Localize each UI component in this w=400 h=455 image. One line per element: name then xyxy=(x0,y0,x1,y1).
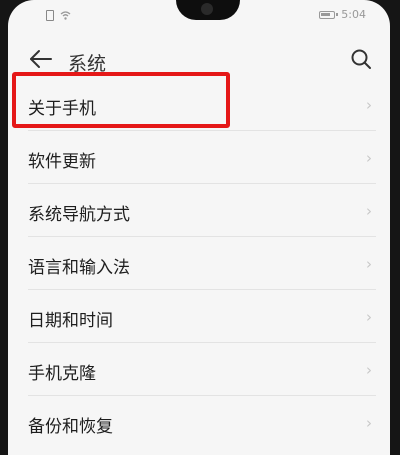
red-highlight-box xyxy=(12,72,230,128)
screen: 5:04 系统 关于手机 › 软件更新 › 系统导航方式 › 语言和输入法 › … xyxy=(8,0,390,455)
list-item-label: 手机克隆 xyxy=(28,364,96,384)
chevron-right-icon: › xyxy=(366,202,372,220)
wifi-icon xyxy=(60,10,71,21)
chevron-right-icon: › xyxy=(366,255,372,273)
list-item-label: 软件更新 xyxy=(28,152,96,172)
chevron-right-icon: › xyxy=(366,308,372,326)
camera-notch xyxy=(176,0,240,20)
list-item-backup-restore[interactable]: 备份和恢复 › xyxy=(8,396,390,449)
list-item-language-input[interactable]: 语言和输入法 › xyxy=(8,237,390,290)
search-icon[interactable] xyxy=(350,48,372,70)
status-left xyxy=(46,10,71,21)
list-item-phone-clone[interactable]: 手机克隆 › xyxy=(8,343,390,396)
list-item-date-time[interactable]: 日期和时间 › xyxy=(8,290,390,343)
list-item-software-update[interactable]: 软件更新 › xyxy=(8,131,390,184)
chevron-right-icon: › xyxy=(366,96,372,114)
status-time: 5:04 xyxy=(341,8,366,21)
chevron-right-icon: › xyxy=(366,149,372,167)
settings-list: 关于手机 › 软件更新 › 系统导航方式 › 语言和输入法 › 日期和时间 › … xyxy=(8,78,390,449)
back-arrow-icon[interactable] xyxy=(28,48,54,70)
list-item-label: 备份和恢复 xyxy=(28,417,113,437)
list-item-label: 语言和输入法 xyxy=(28,258,130,278)
chevron-right-icon: › xyxy=(366,414,372,432)
status-right: 5:04 xyxy=(319,8,366,21)
front-camera-icon xyxy=(201,3,213,15)
list-item-label: 日期和时间 xyxy=(28,311,113,331)
battery-icon xyxy=(319,10,339,19)
list-item-navigation[interactable]: 系统导航方式 › xyxy=(8,184,390,237)
list-item-label: 系统导航方式 xyxy=(28,205,130,225)
sim-icon xyxy=(46,10,54,21)
phone-frame: 5:04 系统 关于手机 › 软件更新 › 系统导航方式 › 语言和输入法 › … xyxy=(0,0,400,455)
chevron-right-icon: › xyxy=(366,361,372,379)
